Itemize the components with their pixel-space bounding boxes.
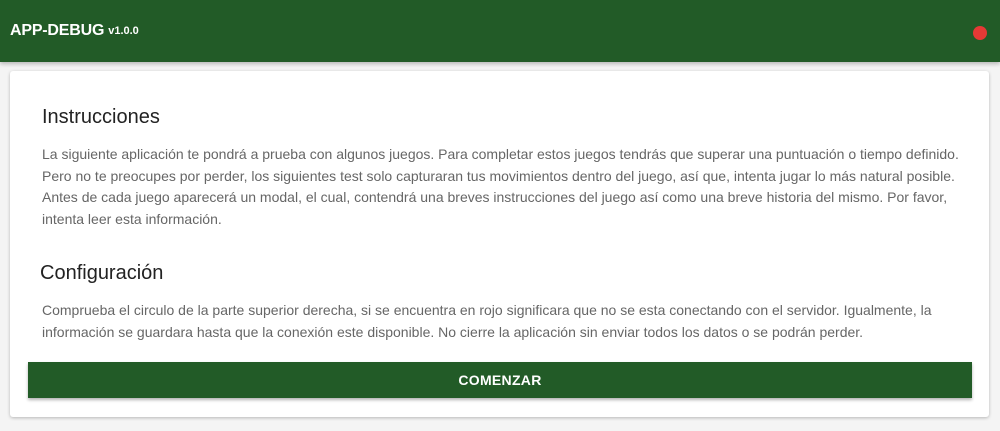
instructions-paragraph-1: La siguiente aplicación te pondrá a prue… <box>42 146 959 184</box>
instructions-title: Instrucciones <box>42 106 160 128</box>
start-button[interactable]: COMENZAR <box>28 362 972 398</box>
app-bar: APP-DEBUG v1.0.0 <box>0 0 1000 62</box>
instructions-paragraph-2: Antes de cada juego aparecerá un modal, … <box>42 189 948 227</box>
main-card: Instrucciones La siguiente aplicación te… <box>10 71 989 417</box>
connection-status-indicator <box>973 26 987 40</box>
configuration-paragraph: Comprueba el circulo de la parte superio… <box>42 302 932 340</box>
app-title: APP-DEBUG <box>10 22 105 39</box>
configuration-title: Configuración <box>40 262 164 284</box>
app-version: v1.0.0 <box>108 25 139 37</box>
